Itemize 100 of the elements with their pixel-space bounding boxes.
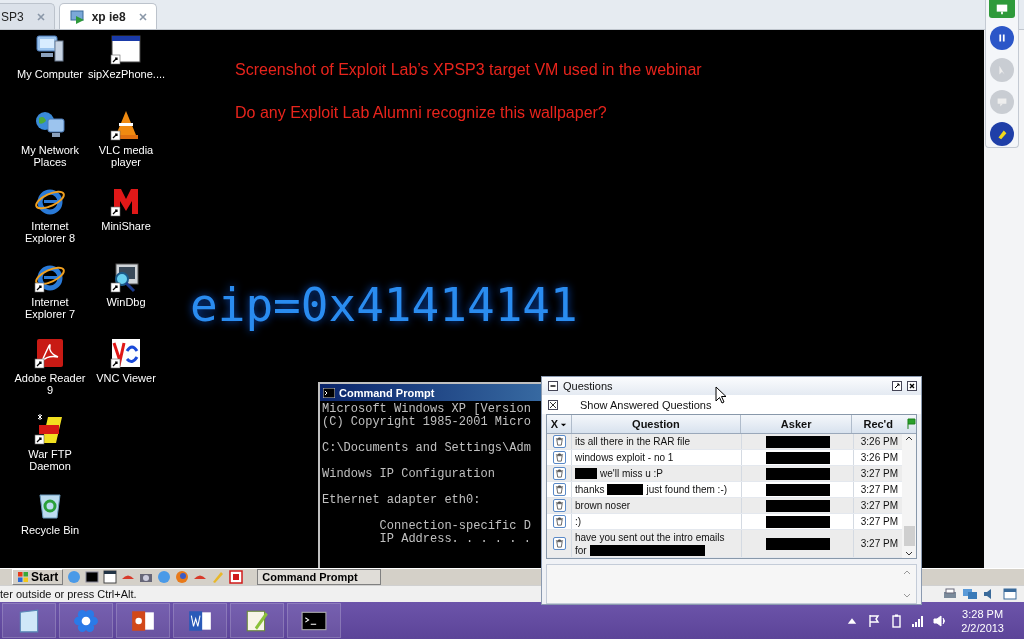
wallpaper-caption: Screenshot of Exploit Lab’s XPSP3 target VM used in the webinar	[235, 61, 702, 79]
trash-icon	[554, 517, 564, 526]
question-text: brown noser	[575, 499, 631, 512]
flag-icon[interactable]	[867, 613, 882, 628]
close-icon[interactable]	[907, 381, 917, 391]
trash-icon	[554, 453, 564, 462]
icon-label: My Computer	[16, 68, 84, 80]
trash-icon	[554, 437, 564, 446]
slides-app-button[interactable]	[116, 603, 170, 638]
question-text: its all there in the RAR file	[575, 435, 691, 448]
terminal-icon[interactable]	[85, 570, 100, 584]
panel-title: Questions	[563, 380, 614, 392]
delete-button[interactable]	[552, 451, 566, 464]
icon-label: MiniShare	[100, 220, 152, 232]
delete-button[interactable]	[552, 515, 566, 528]
redaction-bar	[765, 499, 830, 512]
monitor-icon	[995, 2, 1009, 16]
vnc-icon[interactable]	[110, 337, 142, 369]
scrollbar[interactable]	[902, 434, 916, 558]
console-line: Microsoft Windows XP [Version	[322, 403, 532, 416]
redaction-bar	[765, 435, 830, 448]
column-header[interactable]: Asker	[740, 415, 853, 433]
column-header[interactable]: Question	[571, 415, 741, 433]
editor-app-button[interactable]	[230, 603, 284, 638]
redaction-bar	[765, 537, 830, 550]
fox-icon[interactable]	[175, 570, 190, 584]
vm-tab[interactable]: xp ie8	[58, 3, 157, 29]
time-cell-text: 3:26 PM	[859, 451, 899, 465]
console-line: (C) Copyright 1985-2001 Micro	[322, 416, 532, 429]
hbox-icon[interactable]	[229, 570, 244, 584]
column-header[interactable]: X	[547, 415, 572, 433]
question-text: have you sent out the intro emails	[575, 530, 725, 544]
window-icon[interactable]	[103, 570, 118, 584]
trash-icon	[554, 539, 564, 548]
redaction-bar	[607, 484, 644, 495]
windbg-icon[interactable]	[110, 261, 142, 293]
column-header[interactable]: Rec'd	[852, 415, 905, 433]
terminal-icon	[323, 387, 335, 398]
console-line: Ethernet adapter eth0:	[322, 494, 482, 507]
window-icon[interactable]	[110, 33, 142, 65]
time-cell-text: 3:27 PM	[859, 499, 899, 513]
window-title: Command Prompt	[339, 386, 435, 399]
wallpaper-caption: Do any Exploit Lab Alumni recognize this wallpaper?	[235, 104, 607, 122]
delete-button[interactable]	[552, 467, 566, 480]
icon-label: sipXezPhone....	[88, 68, 164, 80]
console-line: Connection-specific D	[378, 520, 532, 533]
question-text: :)	[575, 515, 582, 528]
redaction-bar	[765, 451, 830, 464]
time-cell-text: 3:26 PM	[859, 435, 899, 449]
delete-button[interactable]	[552, 499, 566, 512]
status-text: ter outside or press Ctrl+Alt.	[0, 588, 137, 600]
scroll-down-icon[interactable]	[904, 550, 914, 558]
question-text: for	[575, 543, 587, 557]
trash-icon	[554, 485, 564, 494]
speaker-icon[interactable]	[933, 613, 948, 628]
time-cell-text: 3:27 PM	[859, 467, 899, 481]
icon-label: VLC media player	[97, 144, 155, 168]
checkbox[interactable]	[548, 399, 558, 410]
clock-date: 2/2/2013	[961, 620, 1004, 635]
console-line: IP Address. . . . . .	[378, 533, 532, 546]
icon-label: My Network Places	[19, 144, 81, 168]
flag-icon[interactable]	[906, 418, 916, 430]
pop-out-icon[interactable]	[892, 381, 902, 391]
checkbox-label: Show Answered Questions	[580, 398, 712, 411]
time-cell-text: 3:27 PM	[859, 483, 899, 497]
icon-label: Internet Explorer 8	[23, 220, 77, 244]
icon-label: War FTP Daemon	[27, 448, 73, 472]
vm-tab[interactable]: SP3	[0, 3, 55, 29]
vm-icon	[69, 8, 86, 25]
time-cell-text: 3:27 PM	[859, 515, 899, 529]
printer-icon[interactable]	[942, 587, 958, 601]
icon-label: WinDbg	[105, 296, 147, 308]
question-text: windows exploit - no 1	[575, 451, 674, 464]
icon-label: Internet Explorer 7	[23, 296, 77, 320]
delete-button[interactable]	[552, 483, 566, 496]
pdf-icon[interactable]	[34, 337, 66, 369]
screen-button[interactable]	[989, 0, 1015, 18]
signal-icon[interactable]	[911, 613, 926, 628]
console-line: Windows IP Configuration	[322, 468, 496, 481]
start-button[interactable]: Start	[12, 569, 64, 585]
windows-flag-icon	[17, 571, 29, 583]
pause-button[interactable]	[990, 26, 1014, 50]
question-text: just found them :-)	[646, 483, 728, 496]
terminal-app-button[interactable]	[287, 603, 341, 638]
time-cell-text: 3:27 PM	[859, 537, 899, 551]
battery-icon[interactable]	[889, 613, 904, 628]
question-text: we'll miss u :P	[600, 467, 664, 480]
notepad-app-button[interactable]	[2, 603, 56, 638]
computer-icon[interactable]	[34, 33, 66, 65]
highlighter-button[interactable]	[990, 122, 1014, 146]
delete-button[interactable]	[552, 537, 566, 550]
scroll-thumb[interactable]	[903, 526, 915, 546]
taskbar-button[interactable]: Command Prompt	[257, 569, 382, 585]
clock-time: 3:28 PM	[962, 606, 1004, 621]
collapse-icon[interactable]	[548, 381, 558, 391]
document-app-button[interactable]	[173, 603, 227, 638]
flower-app-button[interactable]	[59, 603, 113, 638]
delete-button[interactable]	[552, 435, 566, 448]
scroll-up-icon[interactable]	[904, 434, 914, 442]
redaction-bar	[765, 515, 830, 528]
